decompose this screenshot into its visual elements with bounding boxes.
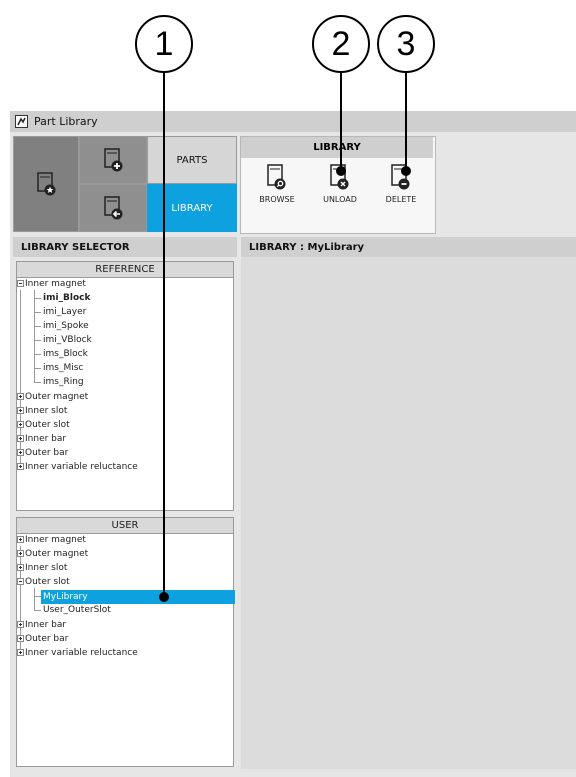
tree-node-imi-spoke[interactable]: imi_Spoke [43,319,89,333]
browse-button-label: BROWSE [259,195,295,204]
reference-tree-header: REFERENCE [17,262,233,278]
expand-icon[interactable] [17,393,24,400]
tree-node-label: Inner bar [25,620,67,630]
delete-button-label: DELETE [385,195,417,204]
book-import-icon [104,196,123,220]
user-tree-header: USER [17,518,233,534]
expand-icon[interactable] [17,621,24,628]
callout-2-number: 2 [331,24,351,63]
tree-node-label: Inner slot [25,406,68,416]
tree-node-outer-magnet[interactable]: Outer magnet [17,390,88,404]
expand-icon[interactable] [17,649,24,656]
tree-guide [34,290,35,383]
collapse-icon[interactable] [17,280,24,287]
book-add-icon [104,148,123,172]
tree-node-outer-bar[interactable]: Outer bar [17,632,68,646]
add-part-tile[interactable] [79,136,147,184]
callout-1-marker [159,592,169,602]
library-view-header: LIBRARY : MyLibrary [241,237,576,257]
tree-node-inner-magnet[interactable]: Inner magnet [17,533,86,547]
collapse-icon[interactable] [17,578,24,585]
library-selector-header: LIBRARY SELECTOR [13,237,237,257]
callout-2-marker [336,166,346,176]
callout-3-number: 3 [396,24,416,63]
expand-icon[interactable] [17,536,24,543]
tree-guide [34,588,35,611]
tree-node-label: Inner bar [25,434,67,444]
tree-node-label: Inner variable reluctance [25,462,138,472]
tree-node-ims-misc[interactable]: ims_Misc [43,361,83,375]
title-bar: Part Library [10,111,576,132]
unload-button-label: UNLOAD [323,195,357,204]
tree-node-label: Outer slot [25,420,70,430]
tree-node-inner-magnet[interactable]: Inner magnet [17,277,86,291]
expand-icon[interactable] [17,449,24,456]
tree-guide [34,298,41,299]
tree-guide [34,596,41,597]
expand-icon[interactable] [17,550,24,557]
tree-node-imi-block[interactable]: imi_Block [43,291,91,305]
expand-icon[interactable] [17,635,24,642]
library-content-area [241,257,576,769]
tab-library-label: LIBRARY [171,202,213,214]
tree-node-label: Outer bar [25,634,69,644]
tree-node-label: Inner magnet [25,535,86,545]
window-title: Part Library [34,115,98,128]
tree-node-label: Outer slot [25,577,70,587]
callout-2: 2 [312,15,370,73]
library-home-tile[interactable] [13,136,79,232]
tree-node-label: Outer magnet [25,392,89,402]
tree-node-ims-block[interactable]: ims_Block [43,347,88,361]
callout-1-number: 1 [154,24,174,63]
tree-guide [34,610,41,611]
tree-node-inner-bar[interactable]: Inner bar [17,432,66,446]
tree-guide [34,368,41,369]
tree-node-label: Inner slot [25,563,68,573]
callout-1-leader [163,73,165,597]
book-star-icon [37,172,56,196]
tree-node-label: Inner variable reluctance [25,648,138,658]
expand-icon[interactable] [17,564,24,571]
expand-icon[interactable] [17,463,24,470]
callout-1: 1 [135,15,193,73]
callout-3-marker [401,166,411,176]
tree-node-inner-bar[interactable]: Inner bar [17,618,66,632]
tree-node-mylibrary[interactable]: MyLibrary [41,590,235,604]
tree-node-ims-ring[interactable]: ims_Ring [43,375,84,389]
tab-parts[interactable]: PARTS [147,136,237,184]
callout-3: 3 [377,15,435,73]
tree-node-inner-variable-reluctance[interactable]: Inner variable reluctance [17,460,138,474]
tree-node-outer-slot[interactable]: Outer slot [17,418,70,432]
tree-node-outer-slot[interactable]: Outer slot [17,575,70,589]
tree-node-outer-bar[interactable]: Outer bar [17,446,68,460]
tree-node-inner-variable-reluctance[interactable]: Inner variable reluctance [17,646,138,660]
part-library-icon [15,115,28,128]
tree-node-outer-magnet[interactable]: Outer magnet [17,547,88,561]
tree-node-label: Inner magnet [25,279,86,289]
expand-icon[interactable] [17,407,24,414]
browse-icon [267,164,286,190]
import-part-tile[interactable] [79,184,147,232]
tree-node-inner-slot[interactable]: Inner slot [17,404,67,418]
browse-button[interactable]: BROWSE [251,163,303,223]
tree-guide [34,340,41,341]
tree-node-imi-vblock[interactable]: imi_VBlock [43,333,92,347]
expand-icon[interactable] [17,435,24,442]
tree-node-imi-layer[interactable]: imi_Layer [43,305,86,319]
tab-parts-label: PARTS [176,154,208,166]
tree-guide [34,354,41,355]
tree-node-label: Outer bar [25,448,69,458]
tree-guide [34,326,41,327]
tree-node-inner-slot[interactable]: Inner slot [17,561,67,575]
tab-library[interactable]: LIBRARY [147,184,237,232]
expand-icon[interactable] [17,421,24,428]
tree-guide [34,312,41,313]
tree-node-user-outerslot[interactable]: User_OuterSlot [43,603,111,617]
tree-node-label: Outer magnet [25,549,89,559]
callout-3-leader [405,73,407,171]
tree-guide [34,382,41,383]
callout-2-leader [340,73,342,171]
